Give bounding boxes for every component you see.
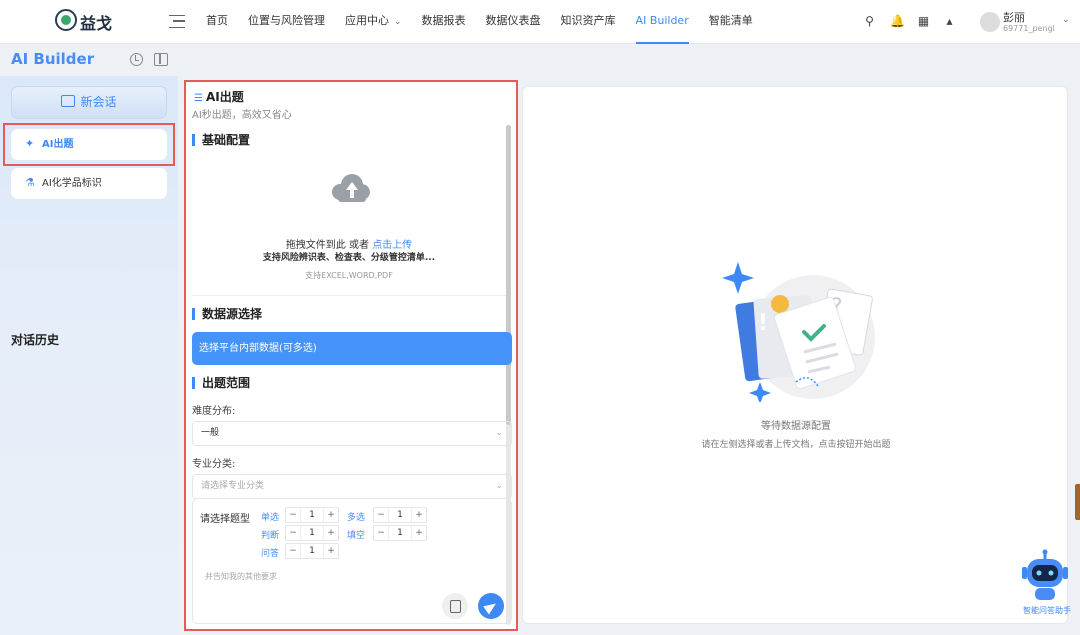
history-heading: 对话历史	[11, 333, 60, 347]
file-upload-dropzone[interactable]: 拖拽文件到此 或者 点击上传 支持风险辨识表、检查表、分级管控清单... 支持E…	[192, 154, 506, 296]
qtype-single-choice: 单选	[261, 513, 280, 523]
chevron-down-icon: ⌄	[495, 481, 503, 491]
form-title: ☰ AI出题	[194, 88, 244, 105]
decrement-button[interactable]: −	[374, 508, 388, 522]
bell-icon[interactable]: 🔔	[890, 15, 905, 28]
settings-sliders-icon: ☰	[194, 93, 203, 104]
stepper-value[interactable]: 1	[388, 508, 412, 522]
section-scope: 出题范围	[192, 377, 250, 389]
fill-blank-stepper[interactable]: −1 +	[373, 525, 427, 541]
qtype-short-answer: 问答	[261, 549, 280, 559]
difficulty-value: 一般	[201, 428, 220, 438]
category-select[interactable]: 请选择专业分类 ⌄	[192, 474, 512, 499]
brand-logo-icon[interactable]	[55, 9, 77, 31]
avatar[interactable]	[980, 12, 1000, 32]
chevron-down-icon[interactable]: ⌄	[1062, 15, 1070, 25]
select-internal-data-button[interactable]: 选择平台内部数据(可多选)	[192, 332, 512, 365]
flask-icon: ⚗	[25, 176, 35, 189]
highlight-box	[3, 123, 175, 166]
increment-button[interactable]: +	[324, 544, 338, 558]
true-false-stepper[interactable]: −1 +	[285, 525, 339, 541]
nav-risk-management[interactable]: 位置与风险管理	[248, 0, 325, 44]
send-button[interactable]	[478, 593, 504, 619]
svg-text:!: !	[758, 311, 768, 336]
qtype-fill-blank: 填空	[347, 531, 366, 541]
qtype-true-false: 判断	[261, 531, 280, 541]
search-icon[interactable]: ⚲	[863, 15, 876, 28]
empty-state-illustration: ? !	[722, 262, 875, 402]
decrement-button[interactable]: −	[286, 526, 300, 540]
category-placeholder: 请选择专业分类	[201, 481, 265, 491]
brand-name[interactable]: 益戈	[80, 10, 112, 34]
user-id: 69771_pengl	[1003, 24, 1055, 33]
short-answer-stepper[interactable]: −1 +	[285, 543, 339, 559]
category-label: 专业分类:	[192, 459, 236, 470]
multi-choice-stepper[interactable]: −1 +	[373, 507, 427, 523]
sidebar-toggle-icon[interactable]	[154, 53, 168, 66]
nav-app-center-label: 应用中心	[345, 14, 389, 27]
increment-button[interactable]: +	[412, 508, 426, 522]
upload-formats: 支持EXCEL,WORD,PDF	[305, 271, 393, 280]
sidebar-item-chemical-label[interactable]: ⚗ AI化学品标识	[11, 168, 167, 199]
sidebar-item-label: AI化学品标识	[42, 178, 102, 189]
nav-smart-list[interactable]: 智能清单	[709, 0, 753, 44]
form-title-text: AI出题	[205, 90, 244, 104]
attach-file-button[interactable]	[442, 593, 468, 619]
qrcode-icon[interactable]: ▦	[917, 15, 930, 28]
history-icon[interactable]	[130, 53, 143, 66]
page-title: AI Builder	[11, 50, 95, 68]
main-nav: 首页 位置与风险管理 应用中心 ⌄ 数据报表 数据仪表盘 知识资产库 AI Bui…	[196, 0, 763, 44]
quiz-config-panel: ☰ AI出题 AI秒出题，高效又省心 基础配置 拖拽文件到此 或者 点击上传 支持…	[184, 80, 518, 631]
chevron-down-icon: ⌄	[394, 17, 402, 27]
empty-state-title: 等待数据源配置	[761, 421, 831, 432]
stepper-value[interactable]: 1	[300, 526, 324, 540]
menu-collapse-icon[interactable]	[169, 15, 185, 28]
decrement-button[interactable]: −	[374, 526, 388, 540]
side-drawer-handle[interactable]	[1075, 484, 1080, 520]
nav-dashboard[interactable]: 数据仪表盘	[486, 0, 541, 44]
section-data-source: 数据源选择	[192, 308, 262, 320]
nav-app-center[interactable]: 应用中心 ⌄	[345, 0, 402, 44]
chevron-down-icon: ⌄	[495, 428, 503, 438]
empty-state-hint: 请在左侧选择或者上传文档，点击按钮开始出题	[701, 440, 891, 450]
sparkle-icon	[749, 382, 771, 402]
cloud-upload-icon	[329, 174, 373, 208]
robot-icon	[1022, 549, 1068, 600]
stepper-value[interactable]: 1	[300, 508, 324, 522]
upload-hint: 支持风险辨识表、检查表、分级管控清单...	[262, 253, 436, 263]
new-chat-button[interactable]: 新会话	[11, 86, 167, 119]
question-type-label: 请选择题型	[200, 514, 250, 525]
difficulty-select[interactable]: 一般 ⌄	[192, 421, 512, 446]
question-type-box: 请选择题型 单选 −1 + 多选 −1 + 判断 −1 + 填空 −1 + 问答 −1 +…	[192, 498, 512, 624]
single-choice-stepper[interactable]: −1 +	[285, 507, 339, 523]
form-subtitle: AI秒出题，高效又省心	[192, 110, 292, 121]
nav-knowledge-assets[interactable]: 知识资产库	[561, 0, 616, 44]
nav-data-reports[interactable]: 数据报表	[422, 0, 466, 44]
decrement-button[interactable]: −	[286, 508, 300, 522]
nav-home[interactable]: 首页	[206, 0, 228, 44]
result-panel: ? ! 等待数据源配置 请在左侧选择或者上传文档，点击按钮开始出题	[522, 86, 1068, 624]
decrement-button[interactable]: −	[286, 544, 300, 558]
stepper-value[interactable]: 1	[300, 544, 324, 558]
stepper-value[interactable]: 1	[388, 526, 412, 540]
requirements-input[interactable]: 并告知我的其他要求	[205, 571, 277, 582]
increment-button[interactable]: +	[324, 526, 338, 540]
section-basic-config: 基础配置	[192, 134, 250, 146]
upload-prompt: 拖拽文件到此 或者 点击上传	[192, 236, 506, 251]
new-chat-label: 新会话	[80, 95, 117, 109]
user-name[interactable]: 彭丽	[1003, 9, 1025, 25]
assistant-label[interactable]: 智能问答助手	[1014, 605, 1080, 616]
sparkle-icon	[722, 262, 754, 294]
ai-assistant-button[interactable]: 智能问答助手	[1018, 548, 1072, 618]
top-navbar: 益戈 首页 位置与风险管理 应用中心 ⌄ 数据报表 数据仪表盘 知识资产库 AI …	[0, 0, 1080, 44]
nav-ai-builder[interactable]: AI Builder	[635, 0, 689, 44]
increment-button[interactable]: +	[324, 508, 338, 522]
increment-button[interactable]: +	[412, 526, 426, 540]
chart-icon[interactable]: ▴	[943, 15, 956, 28]
chat-add-icon	[61, 95, 76, 107]
qtype-multi-choice: 多选	[347, 513, 366, 523]
difficulty-label: 难度分布:	[192, 406, 236, 417]
